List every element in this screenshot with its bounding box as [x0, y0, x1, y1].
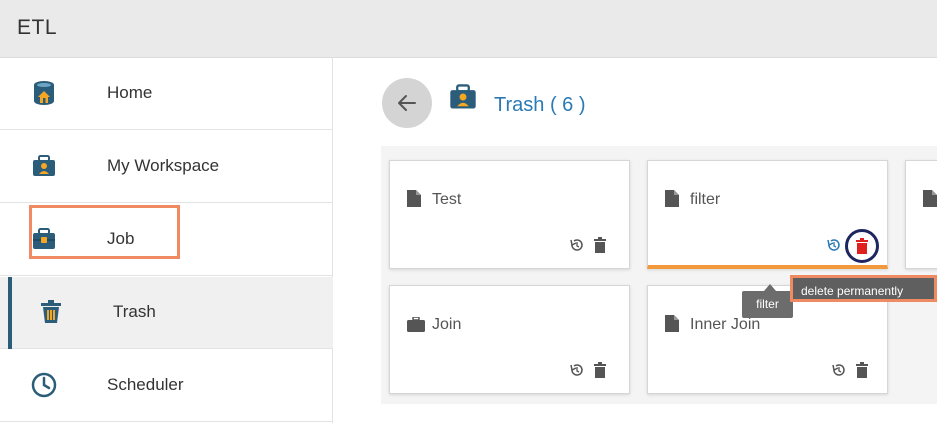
- file-icon: [923, 190, 937, 212]
- card-name: Test: [432, 191, 462, 208]
- restore-icon[interactable]: [831, 362, 847, 383]
- sidebar-item-label: Trash: [113, 302, 156, 321]
- trash-icon: [38, 299, 64, 325]
- sidebar-item-my-workspace[interactable]: My Workspace: [0, 131, 333, 203]
- restore-icon[interactable]: [569, 237, 585, 258]
- briefcase-icon: [407, 316, 425, 337]
- sidebar-item-home[interactable]: Home: [0, 58, 333, 130]
- briefcase-user-icon: [31, 153, 57, 179]
- tooltip-filter: filter: [742, 291, 793, 318]
- page-title: Trash ( 6 ): [494, 94, 586, 116]
- trash-highlight-box: [29, 205, 180, 259]
- sidebar-item-label: Scheduler: [107, 375, 184, 394]
- arrow-left-icon: [398, 95, 416, 111]
- card-partial[interactable]: [905, 160, 937, 269]
- sidebar-item-label: Home: [107, 83, 153, 102]
- sidebar-item-scheduler[interactable]: Scheduler: [0, 350, 333, 422]
- home-database-icon: [31, 80, 57, 106]
- delete-icon[interactable]: [594, 362, 606, 383]
- file-icon: [665, 315, 679, 337]
- delete-icon[interactable]: [594, 237, 606, 258]
- top-bar: ETL: [0, 0, 937, 58]
- card-name: Inner Join: [690, 316, 761, 333]
- clock-icon: [31, 372, 57, 398]
- briefcase-user-icon: [448, 82, 478, 117]
- active-indicator: [8, 277, 12, 349]
- card-name: filter: [690, 191, 721, 208]
- card-test[interactable]: Test: [389, 160, 630, 269]
- delete-icon[interactable]: [856, 362, 868, 383]
- file-icon: [407, 190, 421, 212]
- delete-permanently-icon[interactable]: [856, 238, 868, 259]
- back-button[interactable]: [382, 78, 432, 128]
- sidebar-item-label: My Workspace: [107, 156, 220, 175]
- tooltip-pointer: [764, 284, 776, 291]
- card-join[interactable]: Join: [389, 285, 630, 394]
- restore-icon[interactable]: [826, 237, 842, 258]
- card-filter[interactable]: filter: [647, 160, 888, 269]
- main-content: Trash ( 6 ) Test filter Join Inner Join: [334, 58, 937, 423]
- card-name: Join: [432, 316, 462, 333]
- file-icon: [665, 190, 679, 212]
- app-title: ETL: [17, 16, 58, 39]
- tooltip-delete-permanently: delete permanently: [790, 275, 937, 302]
- sidebar-item-trash[interactable]: Trash: [0, 277, 333, 349]
- restore-icon[interactable]: [569, 362, 585, 383]
